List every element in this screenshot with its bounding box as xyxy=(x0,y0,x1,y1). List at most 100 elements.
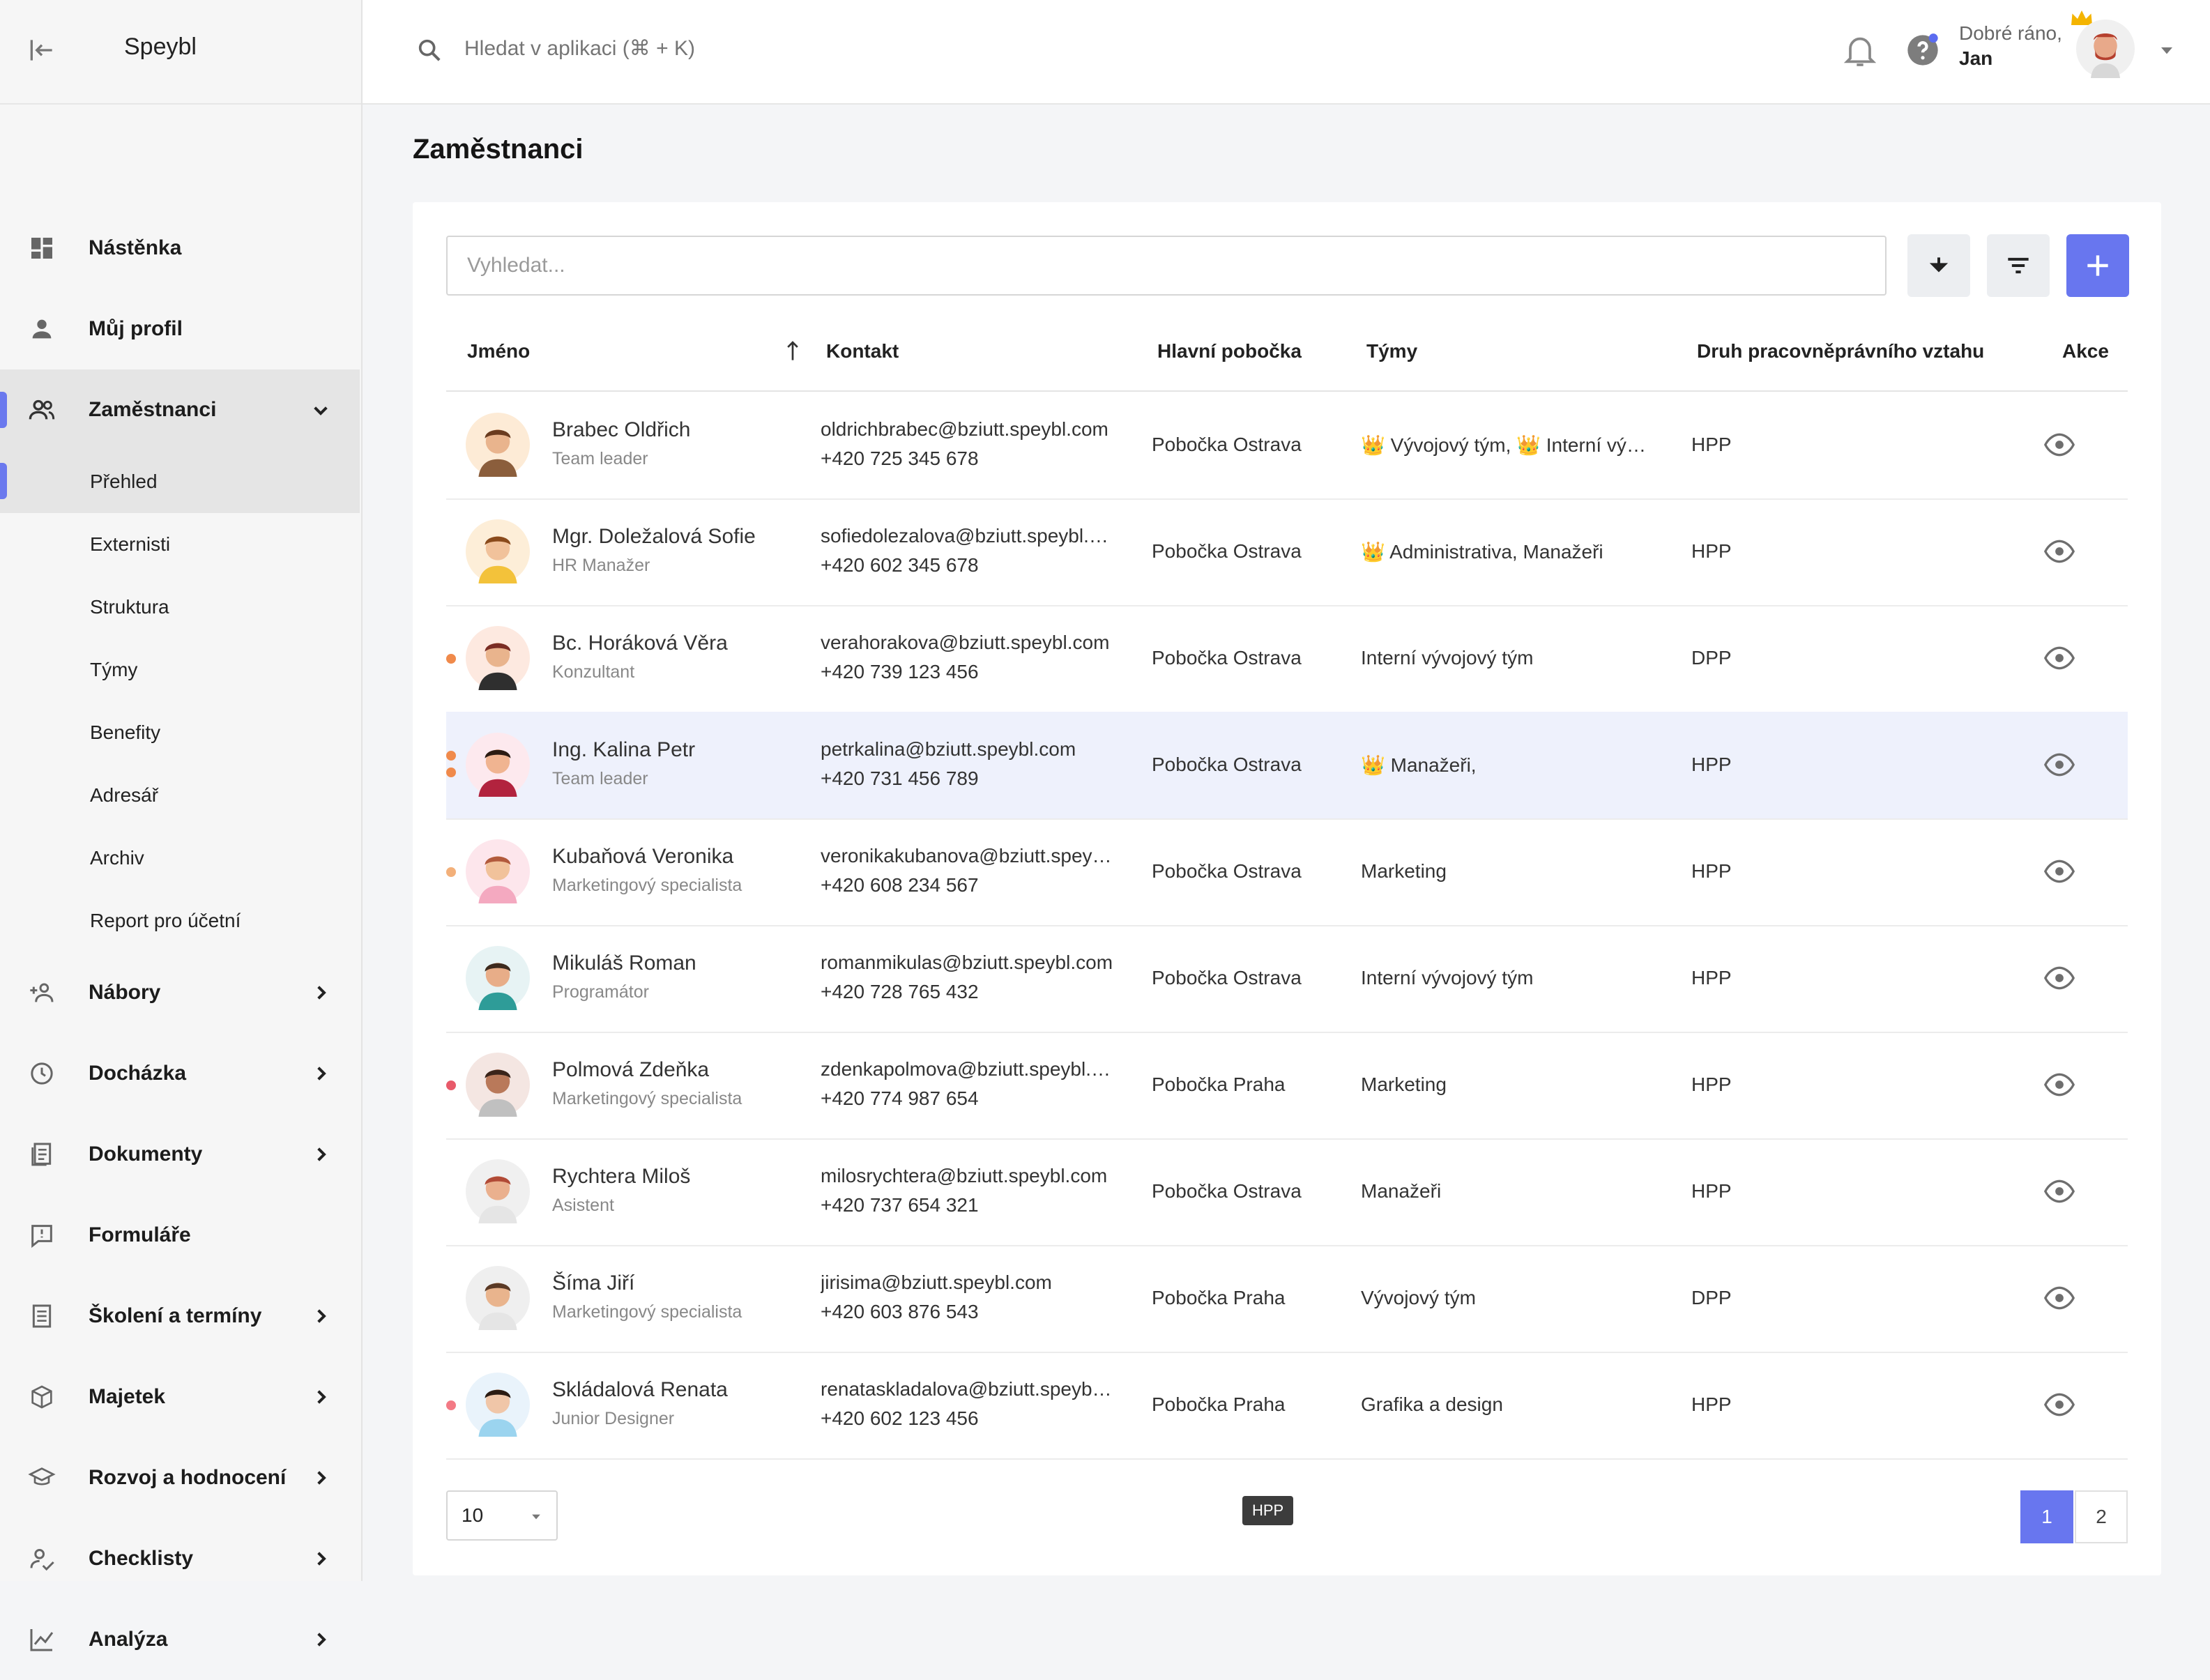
employee-name[interactable]: Ing. Kalina Petr xyxy=(552,738,695,762)
sidebar-item-assets[interactable]: Majetek xyxy=(0,1357,360,1437)
employee-name[interactable]: Bc. Horáková Věra xyxy=(552,632,728,655)
avatar[interactable] xyxy=(466,1159,530,1223)
table-row[interactable]: Ing. Kalina Petr Team leader petrkalina@bz… xyxy=(446,712,2128,820)
sort-ascending-icon[interactable] xyxy=(784,339,802,362)
employee-phone[interactable]: +420 608 234 567 xyxy=(821,874,979,896)
employee-email[interactable]: oldrichbrabec@bziutt.speybl.com xyxy=(821,418,1113,441)
eye-icon[interactable] xyxy=(2043,1176,2076,1207)
employee-name[interactable]: Rychtera Miloš xyxy=(552,1165,690,1189)
employee-name[interactable]: Mgr. Doležalová Sofie xyxy=(552,525,756,549)
table-row[interactable]: Šíma Jiří Marketingový specialista jirisim… xyxy=(446,1245,2128,1353)
eye-icon[interactable] xyxy=(2043,1069,2076,1100)
column-header-contact[interactable]: Kontakt xyxy=(826,340,899,362)
table-row[interactable]: Mgr. Doležalová Sofie HR Manažer sofiedole… xyxy=(446,498,2128,606)
table-search-input[interactable] xyxy=(446,236,1887,296)
sidebar-item-checklists[interactable]: Checklisty xyxy=(0,1518,360,1599)
sidebar-item-documents[interactable]: Dokumenty xyxy=(0,1114,360,1195)
eye-icon[interactable] xyxy=(2043,963,2076,993)
employee-email[interactable]: zdenkapolmova@bziutt.speybl.com xyxy=(821,1058,1113,1080)
page-button-1[interactable]: 1 xyxy=(2020,1490,2073,1543)
employee-phone[interactable]: +420 774 987 654 xyxy=(821,1087,979,1110)
column-header-relation[interactable]: Druh pracovněprávního vztahu xyxy=(1697,340,1984,362)
avatar[interactable] xyxy=(466,519,530,583)
sidebar-item-profile[interactable]: Můj profil xyxy=(0,289,360,369)
sidebar-item-analysis[interactable]: Analýza xyxy=(0,1599,360,1680)
sidebar-item-employees[interactable]: Zaměstnanci xyxy=(0,369,360,450)
table-row[interactable]: Kubaňová Veronika Marketingový specialist… xyxy=(446,818,2128,926)
avatar[interactable] xyxy=(466,733,530,797)
eye-icon[interactable] xyxy=(2043,536,2076,567)
table-row[interactable]: Skládalová Renata Junior Designer renatask… xyxy=(446,1352,2128,1460)
avatar[interactable] xyxy=(466,1266,530,1330)
employee-email[interactable]: petrkalina@bziutt.speybl.com xyxy=(821,738,1113,761)
avatar[interactable] xyxy=(466,946,530,1010)
employee-email[interactable]: romanmikulas@bziutt.speybl.com xyxy=(821,952,1113,974)
employee-phone[interactable]: +420 739 123 456 xyxy=(821,661,979,683)
sidebar-item-development[interactable]: Rozvoj a hodnocení xyxy=(0,1437,360,1518)
employee-name[interactable]: Kubaňová Veronika xyxy=(552,845,733,869)
eye-icon[interactable] xyxy=(2043,1389,2076,1420)
rows-per-page-select[interactable]: 10 xyxy=(446,1490,558,1541)
employee-phone[interactable]: +420 602 345 678 xyxy=(821,554,979,576)
employee-name[interactable]: Šíma Jiří xyxy=(552,1272,634,1295)
filter-button[interactable] xyxy=(1987,234,2050,297)
column-header-teams[interactable]: Týmy xyxy=(1366,340,1417,362)
column-header-name[interactable]: Jméno xyxy=(467,340,530,362)
page-button-2[interactable]: 2 xyxy=(2075,1490,2128,1543)
employee-email[interactable]: veronikakubanova@bziutt.speybl.com xyxy=(821,845,1113,867)
bell-icon[interactable] xyxy=(1841,31,1880,70)
sidebar-item-training[interactable]: Školení a termíny xyxy=(0,1276,360,1357)
download-button[interactable] xyxy=(1907,234,1970,297)
employee-phone[interactable]: +420 731 456 789 xyxy=(821,768,979,790)
table-row[interactable]: Mikuláš Roman Programátor romanmikulas@bzi… xyxy=(446,925,2128,1033)
global-search-input[interactable] xyxy=(463,36,1093,61)
sidebar-item-attendance[interactable]: Docházka xyxy=(0,1033,360,1114)
employee-name[interactable]: Polmová Zdeňka xyxy=(552,1058,709,1082)
employee-email[interactable]: sofiedolezalova@bziutt.speybl.com xyxy=(821,525,1113,547)
employee-name[interactable]: Brabec Oldřich xyxy=(552,418,690,442)
employee-email[interactable]: milosrychtera@bziutt.speybl.com xyxy=(821,1165,1113,1187)
employee-email[interactable]: jirisima@bziutt.speybl.com xyxy=(821,1272,1113,1294)
column-header-branch[interactable]: Hlavní pobočka xyxy=(1157,340,1302,362)
employee-phone[interactable]: +420 603 876 543 xyxy=(821,1301,979,1323)
avatar[interactable] xyxy=(466,413,530,477)
employee-phone[interactable]: +420 728 765 432 xyxy=(821,981,979,1003)
avatar[interactable] xyxy=(466,1053,530,1117)
eye-icon[interactable] xyxy=(2043,856,2076,887)
user-avatar[interactable] xyxy=(2076,20,2135,78)
employee-phone[interactable]: +420 737 654 321 xyxy=(821,1194,979,1216)
sidebar-subitem-teams[interactable]: Týmy xyxy=(0,639,360,701)
table-row[interactable]: Brabec Oldřich Team leader oldrichbrabec@b… xyxy=(446,392,2128,500)
collapse-sidebar-icon[interactable] xyxy=(26,35,57,66)
sidebar-subitem-structure[interactable]: Struktura xyxy=(0,576,360,639)
sidebar-item-recruitment[interactable]: Nábory xyxy=(0,952,360,1033)
sidebar-subitem-directory[interactable]: Adresář xyxy=(0,764,360,827)
avatar[interactable] xyxy=(466,626,530,690)
sidebar-item-dashboard[interactable]: Nástěnka xyxy=(0,208,360,289)
employee-name[interactable]: Skládalová Renata xyxy=(552,1378,728,1402)
table-row[interactable]: Polmová Zdeňka Marketingový specialista zd… xyxy=(446,1032,2128,1140)
employee-email[interactable]: renataskladalova@bziutt.speybl.com xyxy=(821,1378,1113,1400)
chevron-down-icon[interactable] xyxy=(2156,39,2178,61)
help-icon[interactable] xyxy=(1905,32,1941,68)
table-row[interactable]: Rychtera Miloš Asistent milosrychtera@bziu… xyxy=(446,1138,2128,1246)
employee-phone[interactable]: +420 725 345 678 xyxy=(821,448,979,470)
table-row[interactable]: Bc. Horáková Věra Konzultant verahorakova@… xyxy=(446,605,2128,713)
employee-email[interactable]: verahorakova@bziutt.speybl.com xyxy=(821,632,1113,654)
eye-icon[interactable] xyxy=(2043,749,2076,780)
sidebar-subitem-benefits[interactable]: Benefity xyxy=(0,701,360,764)
avatar[interactable] xyxy=(466,839,530,903)
add-employee-button[interactable] xyxy=(2066,234,2129,297)
eye-icon[interactable] xyxy=(2043,643,2076,673)
sidebar-subitem-externists[interactable]: Externisti xyxy=(0,513,360,576)
sidebar-subitem-archive[interactable]: Archiv xyxy=(0,827,360,889)
employee-branch: Pobočka Praha xyxy=(1152,1074,1286,1095)
eye-icon[interactable] xyxy=(2043,1283,2076,1313)
eye-icon[interactable] xyxy=(2043,429,2076,460)
employee-phone[interactable]: +420 602 123 456 xyxy=(821,1407,979,1430)
sidebar-item-forms[interactable]: Formuláře xyxy=(0,1195,360,1276)
sidebar-subitem-accounting-report[interactable]: Report pro účetní xyxy=(0,889,360,952)
employee-name[interactable]: Mikuláš Roman xyxy=(552,952,696,975)
avatar[interactable] xyxy=(466,1373,530,1437)
sidebar-subitem-overview[interactable]: Přehled xyxy=(0,450,360,513)
